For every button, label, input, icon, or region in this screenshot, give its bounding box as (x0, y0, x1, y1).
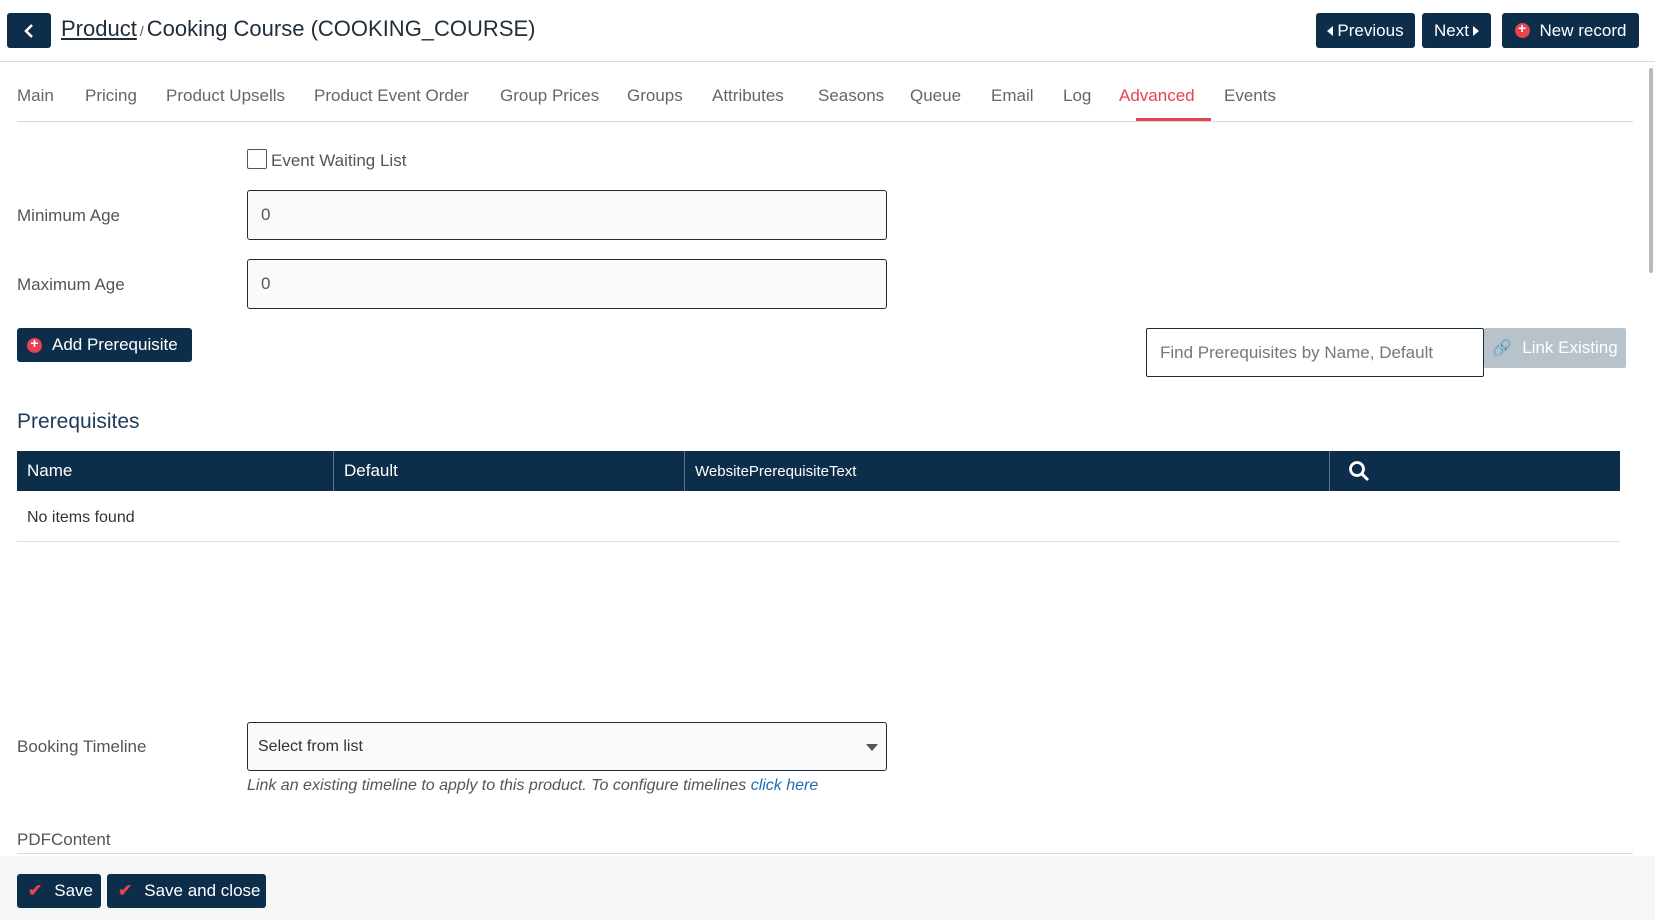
tab-pricing[interactable]: Pricing (85, 86, 137, 106)
save-button[interactable]: ✔ Save (17, 874, 101, 908)
column-header-name[interactable]: Name (17, 451, 333, 491)
link-existing-button[interactable]: 🔗 Link Existing (1484, 328, 1626, 368)
back-button[interactable] (7, 13, 51, 48)
column-header-default[interactable]: Default (333, 451, 684, 491)
save-label: Save (54, 881, 93, 900)
add-prerequisite-label: Add Prerequisite (52, 335, 178, 354)
active-tab-indicator (1136, 118, 1211, 121)
caret-left-icon (1327, 25, 1334, 36)
tab-events[interactable]: Events (1224, 86, 1276, 106)
new-record-button[interactable]: New record (1502, 13, 1639, 48)
table-empty-row: No items found (17, 491, 1620, 542)
tab-advanced[interactable]: Advanced (1119, 86, 1195, 106)
pdf-content-editor-edge (17, 853, 1633, 854)
check-icon: ✔ (28, 881, 43, 900)
tab-queue[interactable]: Queue (910, 86, 961, 106)
previous-label: Previous (1337, 20, 1404, 40)
tab-product-upsells[interactable]: Product Upsells (166, 86, 285, 106)
next-button[interactable]: Next (1422, 13, 1491, 48)
check-icon: ✔ (118, 881, 133, 900)
minimum-age-label: Minimum Age (17, 206, 120, 225)
prerequisites-heading: Prerequisites (17, 410, 140, 433)
breadcrumb-product-link[interactable]: Product (61, 16, 137, 41)
add-prerequisite-button[interactable]: Add Prerequisite (17, 328, 192, 362)
pdf-content-label: PDFContent (17, 830, 111, 849)
plus-circle-icon (27, 335, 42, 353)
booking-timeline-select[interactable]: Select from list (247, 722, 887, 771)
booking-timeline-help-text: Link an existing timeline to apply to th… (247, 777, 751, 794)
maximum-age-input[interactable] (247, 259, 887, 309)
save-and-close-label: Save and close (144, 881, 261, 900)
breadcrumb-separator: / (139, 23, 144, 39)
event-waiting-list-checkbox[interactable] (247, 149, 267, 169)
tab-product-event-order[interactable]: Product Event Order (314, 86, 469, 106)
search-icon (1349, 461, 1370, 482)
find-prerequisites-input[interactable] (1146, 328, 1484, 377)
tab-groups[interactable]: Groups (627, 86, 683, 106)
prerequisites-table-header: Name Default WebsitePrerequisiteText (17, 451, 1620, 491)
new-record-label: New record (1539, 20, 1627, 40)
tab-main[interactable]: Main (17, 86, 54, 106)
link-existing-label: Link Existing (1522, 338, 1618, 357)
page-title: Cooking Course (COOKING_COURSE) (146, 16, 536, 41)
caret-down-icon (866, 744, 878, 751)
plus-circle-icon (1514, 20, 1530, 38)
booking-timeline-help: Link an existing timeline to apply to th… (247, 777, 818, 795)
maximum-age-label: Maximum Age (17, 275, 125, 294)
footer-bar: ✔ Save ✔ Save and close (0, 856, 1655, 920)
column-search[interactable] (1329, 451, 1620, 491)
breadcrumb: Product / Cooking Course (COOKING_COURSE) (61, 16, 536, 42)
booking-timeline-value: Select from list (258, 737, 363, 755)
booking-timeline-label: Booking Timeline (17, 737, 147, 756)
tab-bar: Main Pricing Product Upsells Product Eve… (17, 64, 1633, 122)
tab-group-prices[interactable]: Group Prices (500, 86, 599, 106)
scrollbar[interactable] (1649, 68, 1653, 273)
previous-button[interactable]: Previous (1316, 13, 1415, 48)
configure-timelines-link[interactable]: click here (751, 777, 819, 794)
event-waiting-list-label: Event Waiting List (271, 151, 407, 170)
link-icon: 🔗 (1492, 340, 1513, 357)
next-label: Next (1434, 20, 1469, 40)
column-header-website-prerequisite-text[interactable]: WebsitePrerequisiteText (684, 451, 1329, 491)
top-bar: Product / Cooking Course (COOKING_COURSE) … (0, 0, 1655, 62)
save-and-close-button[interactable]: ✔ Save and close (107, 874, 266, 908)
caret-right-icon (1472, 25, 1479, 36)
tab-attributes[interactable]: Attributes (712, 86, 784, 106)
chevron-left-icon (24, 23, 33, 38)
tab-log[interactable]: Log (1063, 86, 1091, 106)
tab-email[interactable]: Email (991, 86, 1034, 106)
tab-seasons[interactable]: Seasons (818, 86, 884, 106)
minimum-age-input[interactable] (247, 190, 887, 240)
